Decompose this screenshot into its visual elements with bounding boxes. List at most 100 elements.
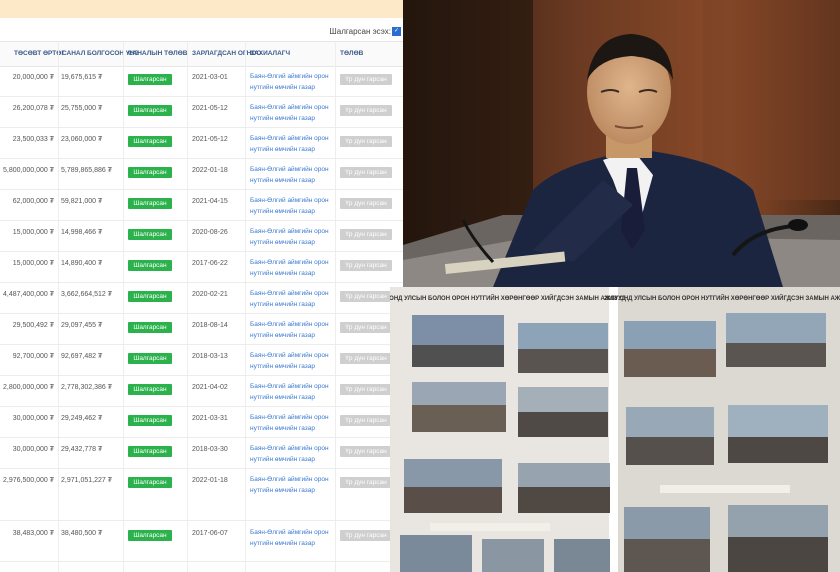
client-link[interactable]: Баян-Өлгий аймгийн орон нутгийн өмчийн г…: [250, 381, 334, 403]
table-row[interactable]: 4,487,400,000 ₮ 3,662,664,512 ₮ Шалгарсан 2…: [0, 282, 403, 314]
payment-status-button[interactable]: Үр дүн гарсан: [340, 136, 392, 147]
payment-status-button[interactable]: Үр дүн гарсан: [340, 477, 392, 488]
budget-cell: 62,000,000 ₮: [12, 198, 54, 205]
client-link[interactable]: Баян-Өлгий аймгийн орон нутгийн өмчийн г…: [250, 350, 334, 372]
offer-cell: 38,480,500 ₮: [61, 530, 103, 537]
payment-status-button[interactable]: Үр дүн гарсан: [340, 530, 392, 541]
budget-cell: 30,000,000 ₮: [12, 415, 54, 422]
payment-status-button[interactable]: Үр дүн гарсан: [340, 198, 392, 209]
budget-cell: 30,000,000 ₮: [12, 446, 54, 453]
payment-status-button[interactable]: Үр дүн гарсан: [340, 415, 392, 426]
status-badge: Шалгарсан: [128, 477, 172, 488]
table-row[interactable]: 5,800,000,000 ₮ 5,789,865,886 ₮ Шалгарсан 2…: [0, 158, 403, 190]
payment-status-button[interactable]: Үр дүн гарсан: [340, 260, 392, 271]
date-cell: 2018-03-30: [192, 446, 228, 453]
table-row[interactable]: 15,000,000 ₮ 14,890,400 ₮ Шалгарсан 2017-06…: [0, 251, 403, 283]
status-badge: Шалгарсан: [128, 260, 172, 271]
table-row[interactable]: 2,976,500,000 ₮ 2,971,051,227 ₮ Шалгарсан 2…: [0, 468, 403, 521]
booklet-left-title: 2018 ОНД УЛСЫН БОЛОН ОРОН НУТГИЙН ХӨРӨНГ…: [390, 294, 627, 302]
status-badge: Шалгарсан: [128, 353, 172, 364]
status-badge: Шалгарсан: [128, 530, 172, 541]
payment-status-button[interactable]: Үр дүн гарсан: [340, 105, 392, 116]
status-badge: Шалгарсан: [128, 198, 172, 209]
client-link[interactable]: Баян-Өлгий аймгийн орон нутгийн өмчийн г…: [250, 102, 334, 124]
selected-filter-checkbox[interactable]: ✓: [392, 27, 401, 36]
client-link[interactable]: Баян-Өлгий аймгийн орон нутгийн өмчийн г…: [250, 319, 334, 341]
column-header-payment[interactable]: ТӨЛӨВ: [340, 50, 363, 57]
budget-cell: 2,800,000,000 ₮: [3, 384, 54, 391]
client-link[interactable]: Баян-Өлгий аймгийн орон нутгийн өмчийн г…: [250, 164, 334, 186]
payment-status-button[interactable]: Үр дүн гарсан: [340, 446, 392, 457]
client-link[interactable]: Баян-Өлгий аймгийн орон нутгийн өмчийн г…: [250, 71, 334, 93]
table-row[interactable]: 62,000,000 ₮ 59,821,000 ₮ Шалгарсан 2021-04…: [0, 189, 403, 221]
date-cell: 2021-05-12: [192, 136, 228, 143]
table-row[interactable]: 38,483,000 ₮ 38,480,500 ₮ Шалгарсан 2017-06…: [0, 521, 403, 562]
offer-cell: 29,249,462 ₮: [61, 415, 103, 422]
client-link[interactable]: Баян-Өлгий аймгийн орон нутгийн өмчийн г…: [250, 133, 334, 155]
payment-status-button[interactable]: Үр дүн гарсан: [340, 291, 392, 302]
status-badge: Шалгарсан: [128, 167, 172, 178]
table-row[interactable]: 30,000,000 ₮ 29,249,462 ₮ Шалгарсан 2021-03…: [0, 406, 403, 438]
client-link[interactable]: Баян-Өлгий аймгийн орон нутгийн өмчийн г…: [250, 195, 334, 217]
payment-status-button[interactable]: Үр дүн гарсан: [340, 384, 392, 395]
date-cell: 2021-03-31: [192, 415, 228, 422]
client-link[interactable]: Баян-Өлгий аймгийн орон нутгийн өмчийн г…: [250, 443, 334, 465]
payment-status-button[interactable]: Үр дүн гарсан: [340, 167, 392, 178]
offer-cell: 92,697,482 ₮: [61, 353, 103, 360]
offer-cell: 14,890,400 ₮: [61, 260, 103, 267]
offer-cell: 19,675,615 ₮: [61, 74, 103, 81]
status-badge: Шалгарсан: [128, 415, 172, 426]
offer-cell: 25,755,000 ₮: [61, 105, 103, 112]
table-row[interactable]: 26,200,078 ₮ 25,755,000 ₮ Шалгарсан 2021-05…: [0, 96, 403, 128]
budget-cell: 4,487,400,000 ₮: [3, 291, 54, 298]
column-header-status[interactable]: САНАЛЫН ТӨЛӨВ: [128, 50, 187, 57]
road-works-booklet-photo: 2018 ОНД УЛСЫН БОЛОН ОРОН НУТГИЙН ХӨРӨНГ…: [390, 287, 840, 572]
status-badge: Шалгарсан: [128, 446, 172, 457]
client-link[interactable]: Баян-Өлгий аймгийн орон нутгийн өмчийн г…: [250, 257, 334, 279]
payment-status-button[interactable]: Үр дүн гарсан: [340, 74, 392, 85]
date-cell: 2017-06-22: [192, 260, 228, 267]
budget-cell: 23,500,033 ₮: [12, 136, 54, 143]
table-row[interactable]: 2,800,000,000 ₮ 2,778,302,386 ₮ Шалгарсан 2…: [0, 375, 403, 407]
date-cell: 2017-06-07: [192, 530, 228, 537]
table-row[interactable]: 30,000,000 ₮ 29,432,778 ₮ Шалгарсан 2018-03…: [0, 437, 403, 469]
payment-status-button[interactable]: Үр дүн гарсан: [340, 322, 392, 333]
table-header: ТӨСӨВТ ӨРТӨГ САНАЛ БОЛГОСОН ҮНЭ САНАЛЫН …: [0, 41, 403, 67]
budget-cell: 92,700,000 ₮: [12, 353, 54, 360]
budget-cell: 5,800,000,000 ₮: [3, 167, 54, 174]
budget-cell: 26,200,078 ₮: [12, 105, 54, 112]
client-link[interactable]: Баян-Өлгий аймгийн орон нутгийн өмчийн г…: [250, 527, 334, 549]
client-link[interactable]: Баян-Өлгий аймгийн орон нутгийн өмчийн г…: [250, 226, 334, 248]
offer-cell: 2,971,051,227 ₮: [61, 477, 112, 484]
column-header-client[interactable]: ЗАХИАЛАГЧ: [250, 50, 290, 57]
budget-cell: 15,000,000 ₮: [12, 229, 54, 236]
date-cell: 2022-01-18: [192, 477, 228, 484]
table-row[interactable]: 92,700,000 ₮ 92,697,482 ₮ Шалгарсан 2018-03…: [0, 344, 403, 376]
client-link[interactable]: Баян-Өлгий аймгийн орон нутгийн өмчийн г…: [250, 412, 334, 434]
budget-cell: 20,000,000 ₮: [12, 74, 54, 81]
payment-status-button[interactable]: Үр дүн гарсан: [340, 229, 392, 240]
status-badge: Шалгарсан: [128, 136, 172, 147]
official-photo: [403, 0, 840, 287]
date-cell: 2018-03-13: [192, 353, 228, 360]
client-link[interactable]: Баян-Өлгий аймгийн орон нутгийн өмчийн г…: [250, 288, 334, 310]
status-badge: Шалгарсан: [128, 105, 172, 116]
offer-cell: 59,821,000 ₮: [61, 198, 103, 205]
offer-cell: 2,778,302,386 ₮: [61, 384, 112, 391]
date-cell: 2020-02-21: [192, 291, 228, 298]
budget-cell: 38,483,000 ₮: [12, 530, 54, 537]
table-row[interactable]: 29,500,492 ₮ 29,097,455 ₮ Шалгарсан 2018-08…: [0, 313, 403, 345]
date-cell: 2020-08-26: [192, 229, 228, 236]
date-cell: 2021-04-15: [192, 198, 228, 205]
date-cell: 2021-05-12: [192, 105, 228, 112]
table-row[interactable]: 15,000,000 ₮ 14,998,466 ₮ Шалгарсан 2020-08…: [0, 220, 403, 252]
date-cell: 2022-01-18: [192, 167, 228, 174]
client-link[interactable]: Баян-Өлгий аймгийн орон нутгийн өмчийн г…: [250, 474, 334, 496]
offer-cell: 29,097,455 ₮: [61, 322, 103, 329]
payment-status-button[interactable]: Үр дүн гарсан: [340, 353, 392, 364]
offer-cell: 3,662,664,512 ₮: [61, 291, 112, 298]
offer-cell: 23,060,000 ₮: [61, 136, 103, 143]
table-row[interactable]: 23,500,033 ₮ 23,060,000 ₮ Шалгарсан 2021-05…: [0, 127, 403, 159]
top-banner: [0, 0, 403, 18]
table-row[interactable]: 20,000,000 ₮ 19,675,615 ₮ Шалгарсан 2021-03…: [0, 65, 403, 97]
